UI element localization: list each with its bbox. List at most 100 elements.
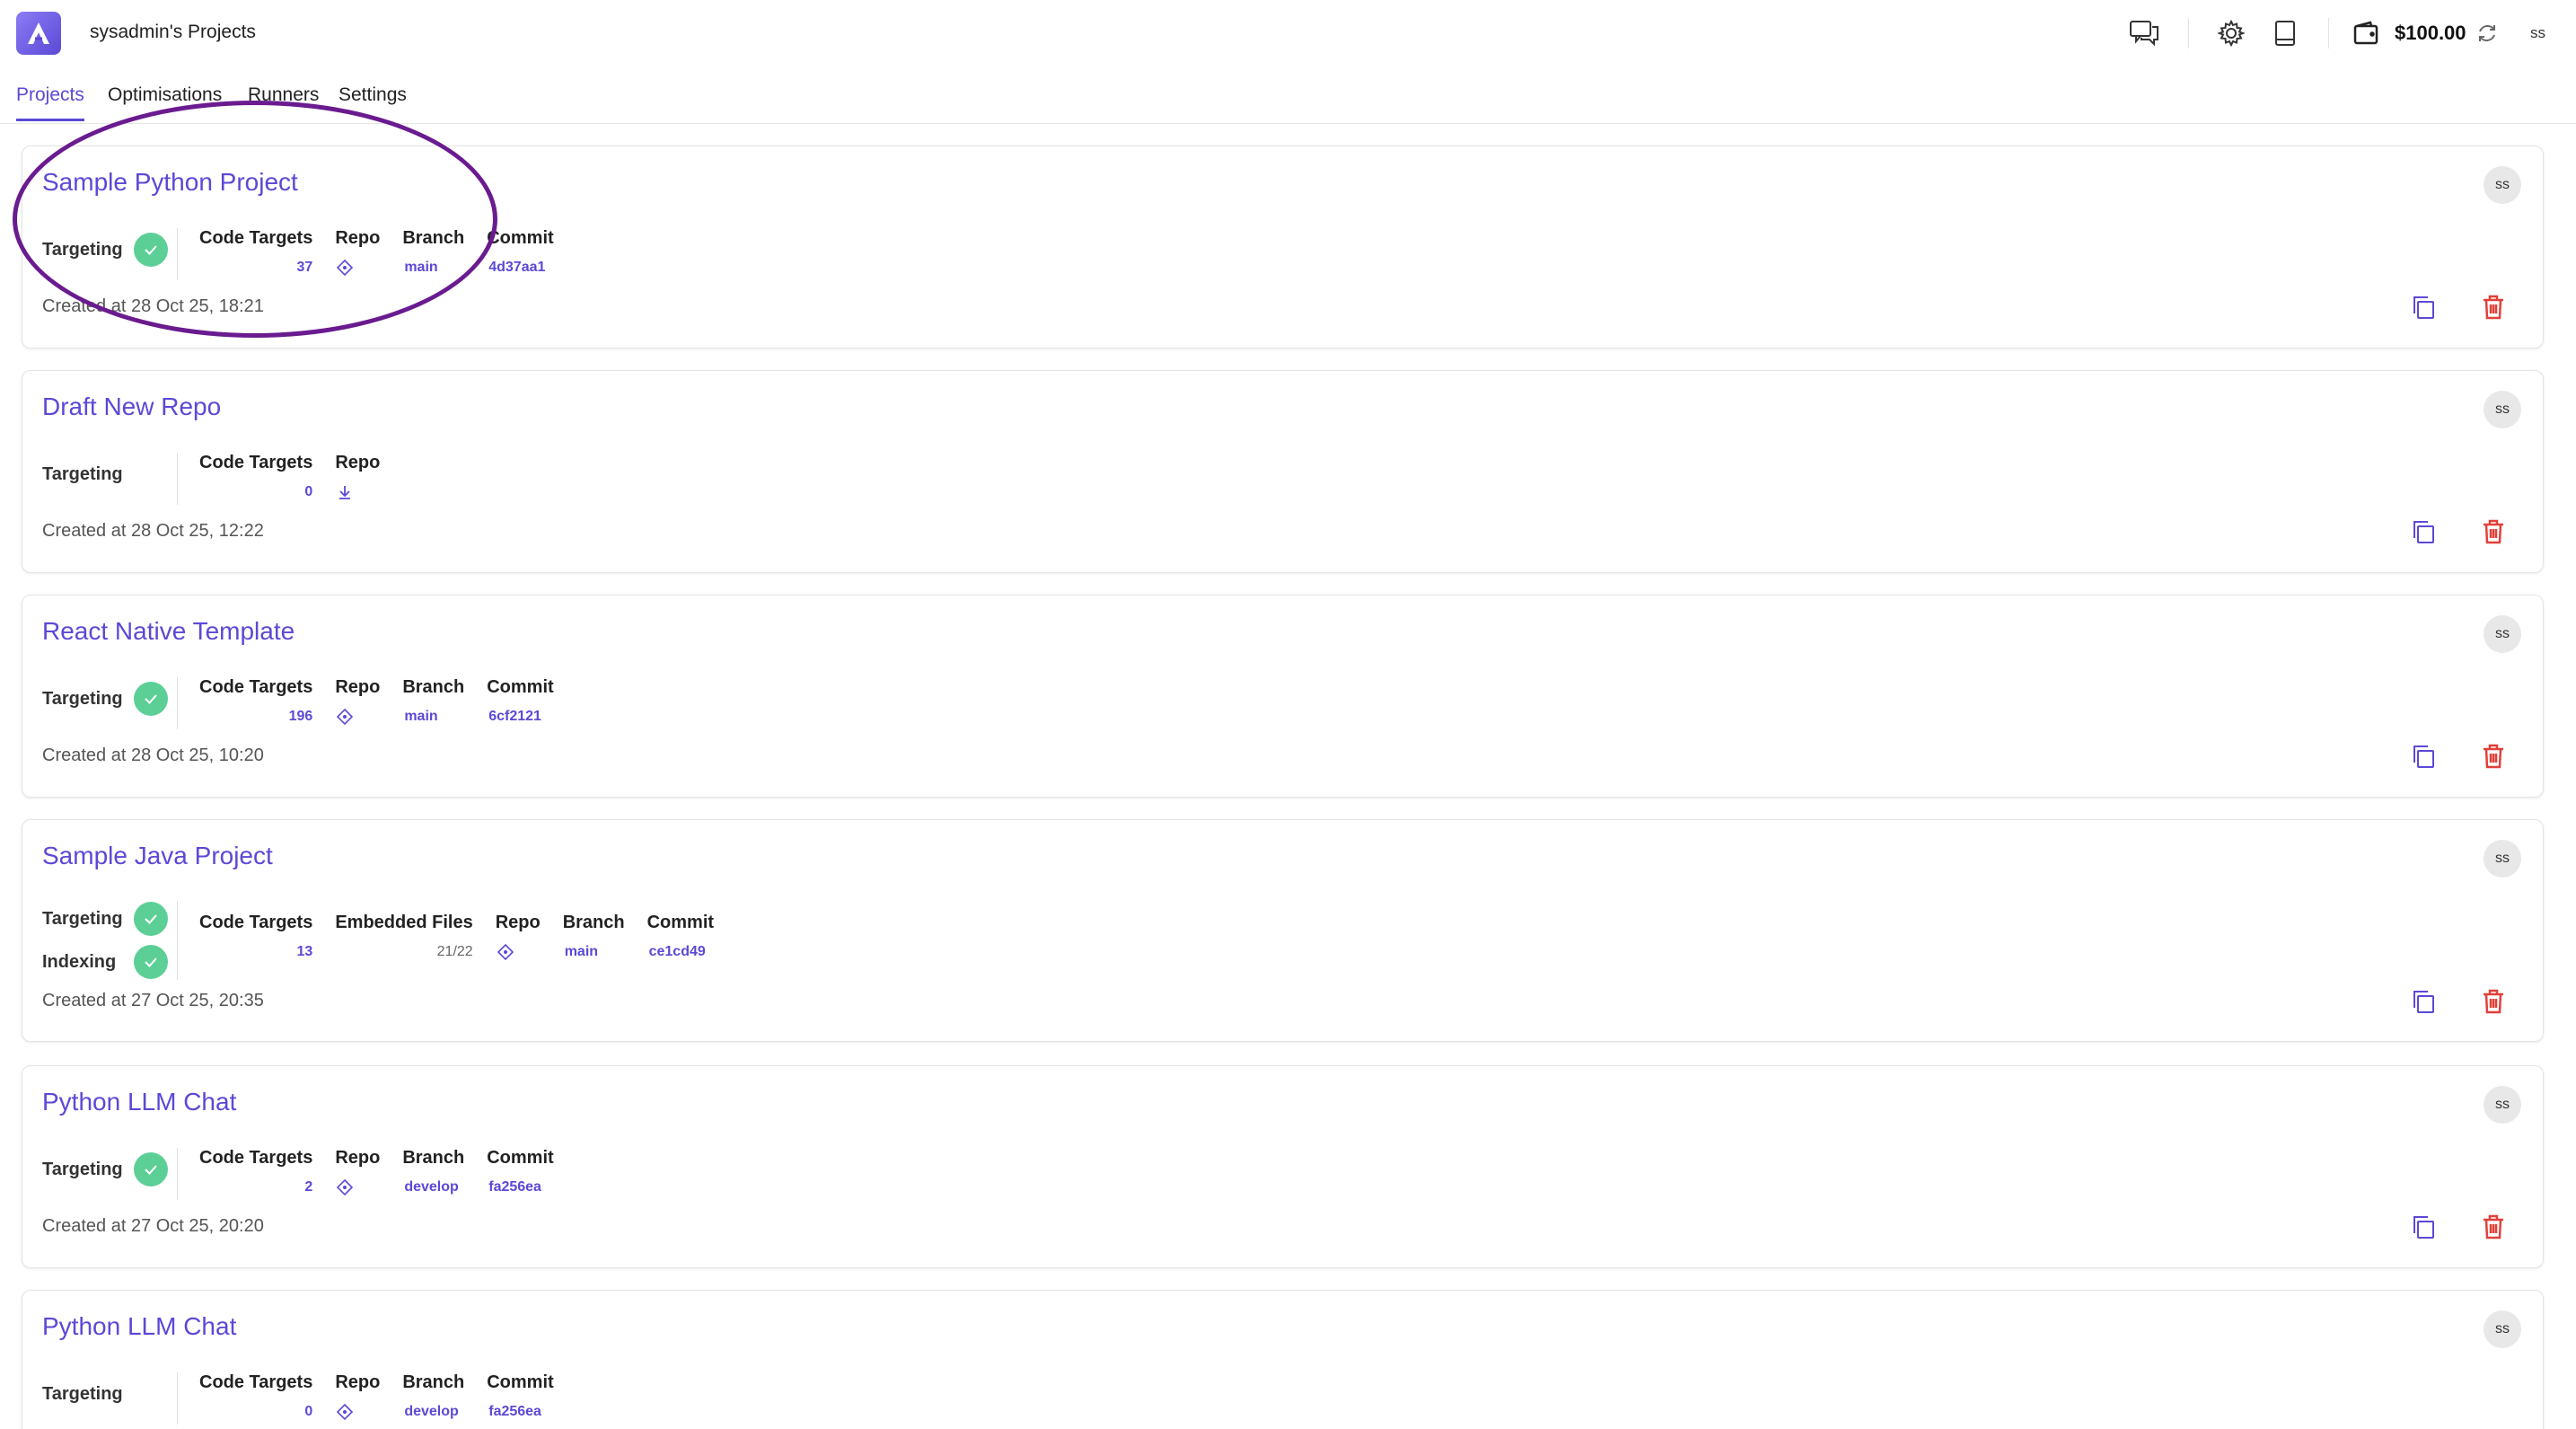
check-icon <box>134 682 168 716</box>
commit-value[interactable]: fa256ea <box>487 1404 553 1422</box>
git-icon[interactable] <box>335 259 380 278</box>
code-targets-value[interactable]: 0 <box>199 1404 312 1422</box>
git-icon[interactable] <box>496 943 541 962</box>
trash-icon[interactable] <box>2478 292 2509 322</box>
refresh-icon[interactable] <box>2470 16 2504 50</box>
download-icon[interactable] <box>335 484 380 502</box>
repo-header: Repo <box>335 453 381 472</box>
check-icon <box>134 1152 168 1186</box>
commit-value[interactable]: 4d37aa1 <box>487 260 553 278</box>
branch-value[interactable]: main <box>402 709 464 727</box>
commit-value[interactable]: 6cf2121 <box>487 709 553 727</box>
branch-col: Branch develop <box>402 1372 464 1422</box>
commit-header: Commit <box>487 228 554 248</box>
code-targets-header: Code Targets <box>199 1148 313 1168</box>
code-targets-header: Code Targets <box>199 913 313 932</box>
copy-icon[interactable] <box>2408 741 2439 772</box>
branch-col: Branch develop <box>402 1148 464 1197</box>
commit-value[interactable]: fa256ea <box>487 1179 553 1197</box>
status-column: Targeting Indexing <box>42 897 168 984</box>
code-targets-value[interactable]: 2 <box>199 1179 312 1197</box>
project-title[interactable]: Sample Python Project <box>42 168 298 197</box>
code-targets-value[interactable]: 0 <box>199 484 312 502</box>
repo-header: Repo <box>335 1372 381 1392</box>
code-targets-value[interactable]: 13 <box>199 944 313 962</box>
commit-value[interactable]: ce1cd49 <box>647 944 714 962</box>
status-column: Targeting <box>42 1148 168 1191</box>
tab-settings[interactable]: Settings <box>338 84 407 119</box>
branch-value[interactable]: develop <box>402 1179 464 1197</box>
repo-header: Repo <box>335 677 381 697</box>
nav-tabs: Projects Optimisations Runners Settings <box>0 77 2576 124</box>
git-icon[interactable] <box>335 1178 380 1197</box>
code-targets-value[interactable]: 37 <box>199 260 313 278</box>
commit-col: Commit ce1cd49 <box>647 913 714 962</box>
balance-amount: $100.00 <box>2395 22 2466 44</box>
branch-value[interactable]: develop <box>402 1404 464 1422</box>
check-icon <box>134 902 168 936</box>
code-targets-col: Code Targets 0 <box>199 453 312 502</box>
branch-value[interactable]: main <box>402 260 464 278</box>
status-column: Targeting <box>42 228 168 271</box>
project-meta: Code Targets 0 Repo <box>199 453 402 502</box>
git-icon[interactable] <box>335 1403 380 1422</box>
gear-icon[interactable] <box>2214 16 2248 50</box>
feedback-icon[interactable] <box>2127 16 2161 50</box>
project-meta: Code Targets 0 Repo Branch develop Commi… <box>199 1372 576 1422</box>
targeting-label: Targeting <box>42 688 123 709</box>
trash-icon[interactable] <box>2478 1212 2509 1242</box>
trash-icon[interactable] <box>2478 986 2509 1017</box>
project-meta: Code Targets 2 Repo Branch develop Commi… <box>199 1148 576 1197</box>
project-card: Draft New Repo ss Targeting Code Targets… <box>22 370 2544 573</box>
targeting-status: Targeting <box>42 228 168 271</box>
branch-header: Branch <box>562 913 625 932</box>
owner-avatar: ss <box>2484 615 2521 653</box>
git-icon[interactable] <box>335 708 380 727</box>
copy-icon[interactable] <box>2408 516 2439 547</box>
project-title[interactable]: Python LLM Chat <box>42 1088 236 1116</box>
copy-icon[interactable] <box>2408 292 2439 322</box>
branch-value[interactable]: main <box>563 944 625 962</box>
targeting-label: Targeting <box>42 908 123 929</box>
status-column: Targeting <box>42 453 134 496</box>
check-icon <box>134 233 168 267</box>
repo-col: Repo <box>335 1372 380 1422</box>
trash-icon[interactable] <box>2478 516 2509 547</box>
project-title[interactable]: Sample Java Project <box>42 842 273 870</box>
tab-projects[interactable]: Projects <box>16 84 84 121</box>
commit-col: Commit fa256ea <box>487 1148 553 1197</box>
targeting-label: Targeting <box>42 463 123 484</box>
tab-runners[interactable]: Runners <box>248 84 319 119</box>
project-card: Python LLM Chat ss Targeting Code Target… <box>22 1065 2544 1268</box>
tab-optimisations[interactable]: Optimisations <box>108 84 222 119</box>
project-title[interactable]: Draft New Repo <box>42 393 221 421</box>
commit-header: Commit <box>487 1372 554 1392</box>
code-targets-value[interactable]: 196 <box>199 709 313 727</box>
branch-col: Branch main <box>402 677 464 727</box>
code-targets-col: Code Targets 196 <box>199 677 312 727</box>
project-title[interactable]: Python LLM Chat <box>42 1312 236 1341</box>
project-title[interactable]: React Native Template <box>42 617 295 646</box>
commit-header: Commit <box>487 677 554 697</box>
copy-icon[interactable] <box>2408 1212 2439 1242</box>
created-at: Created at 28 Oct 25, 10:20 <box>42 745 264 765</box>
trash-icon[interactable] <box>2478 741 2509 772</box>
top-bar: sysadmin's Projects $100.00 ss <box>0 0 2576 66</box>
app-logo[interactable] <box>16 12 61 55</box>
embedded-files-header: Embedded Files <box>335 913 473 932</box>
repo-header: Repo <box>495 913 541 932</box>
user-menu[interactable]: ss <box>2530 24 2545 42</box>
check-icon <box>134 945 168 979</box>
created-at: Created at 28 Oct 25, 12:22 <box>42 521 264 541</box>
code-targets-col: Code Targets 0 <box>199 1372 312 1422</box>
repo-col: Repo <box>335 228 380 278</box>
app-title: sysadmin's Projects <box>90 22 256 42</box>
docs-book-icon[interactable] <box>2268 16 2302 50</box>
status-column: Targeting <box>42 1372 134 1416</box>
copy-icon[interactable] <box>2408 986 2439 1017</box>
code-targets-header: Code Targets <box>199 453 313 472</box>
commit-col: Commit 4d37aa1 <box>487 228 553 278</box>
project-card: Sample Python Project ss Targeting Code … <box>22 146 2544 348</box>
wallet-icon[interactable] <box>2349 16 2383 50</box>
code-targets-header: Code Targets <box>199 677 313 697</box>
